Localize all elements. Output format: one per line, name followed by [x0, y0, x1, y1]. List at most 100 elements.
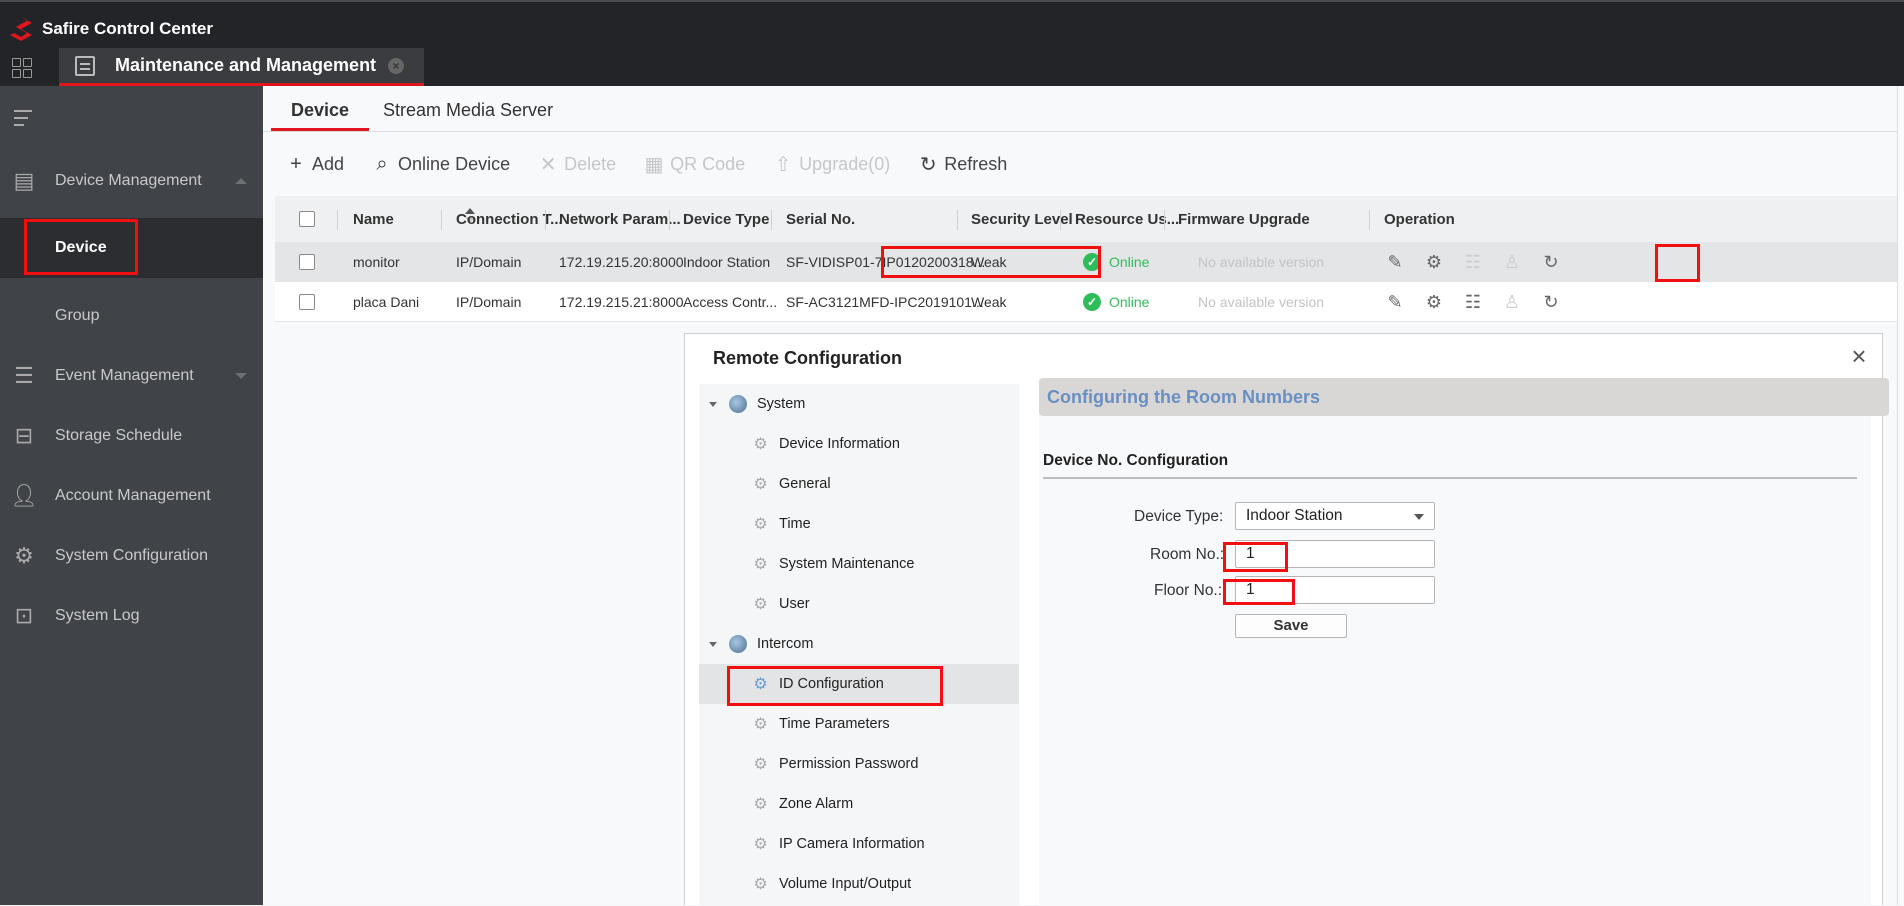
delete-button[interactable]: ✕ Delete: [538, 152, 616, 177]
sidebar-item-group[interactable]: Group: [0, 286, 263, 346]
subtab-bar: Device Stream Media Server: [263, 86, 1904, 132]
event-list-icon: ☰: [14, 363, 34, 388]
tab-stream-media-server[interactable]: Stream Media Server: [383, 100, 553, 121]
device-type-select[interactable]: Indoor Station: [1235, 502, 1435, 530]
column-network-params[interactable]: Network Param...: [559, 196, 681, 242]
sidebar-item-label: Storage Schedule: [55, 427, 183, 444]
close-icon[interactable]: ×: [1848, 343, 1870, 369]
cell-connection: IP/Domain: [456, 253, 522, 270]
expand-caret-icon[interactable]: [709, 641, 717, 647]
sidebar-item-system-configuration[interactable]: ⚙ System Configuration: [0, 536, 263, 576]
gear-icon: ⚙: [753, 435, 768, 453]
edit-icon[interactable]: ✎: [1384, 251, 1406, 273]
row-checkbox[interactable]: [299, 253, 315, 270]
sidebar-item-label: Device Management: [55, 172, 202, 189]
qr-code-button[interactable]: ▦ QR Code: [644, 152, 746, 177]
upgrade-label: Upgrade(0): [799, 153, 891, 174]
globe-gear-icon: [729, 635, 747, 653]
tree-node-label: System: [757, 396, 806, 412]
chevron-down-icon: [235, 373, 247, 379]
cell-name: monitor: [353, 253, 400, 270]
scrollbar-track[interactable]: [1897, 86, 1904, 905]
config-panel: Configuring the Room Numbers Device No. …: [1039, 378, 1889, 906]
floor-no-label: Floor No.:: [1154, 582, 1223, 599]
gear-icon: ⚙: [753, 555, 768, 573]
storage-icon: ⊟: [14, 423, 34, 448]
room-no-input[interactable]: 1: [1235, 540, 1435, 568]
tree-item-device-information[interactable]: ⚙ Device Information: [699, 424, 1019, 464]
column-device-type[interactable]: Device Type: [683, 196, 769, 242]
menu-collapse-icon[interactable]: [14, 110, 32, 131]
sidebar-item-account-management[interactable]: 👤︎ Account Management: [0, 476, 263, 516]
column-serial-no[interactable]: Serial No.: [786, 196, 855, 242]
tree-item-permission-password[interactable]: ⚙ Permission Password: [699, 744, 1019, 784]
tree-item-time-parameters[interactable]: ⚙ Time Parameters: [699, 704, 1019, 744]
tree-node-system[interactable]: System: [699, 384, 1019, 424]
server-icon[interactable]: ☷: [1462, 291, 1484, 313]
qr-code-icon: ▦: [644, 153, 664, 176]
gear-icon: ⚙: [753, 475, 768, 493]
sidebar-item-device[interactable]: Device: [0, 218, 263, 278]
select-all-checkbox[interactable]: [299, 211, 315, 227]
tab-maintenance-and-management[interactable]: Maintenance and Management ×: [59, 48, 424, 86]
cell-serial: SF-AC3121MFD-IPC2019101...: [786, 293, 984, 310]
tree-item-label: IP Camera Information: [779, 836, 925, 852]
cell-serial: SF-VIDISP01-7IP0120200318...: [786, 253, 986, 270]
table-row[interactable]: placa Dani IP/Domain 172.19.215.21:8000 …: [275, 282, 1904, 322]
column-connection-type[interactable]: Connection T...: [456, 196, 563, 242]
table-row[interactable]: monitor IP/Domain 172.19.215.20:8000 Ind…: [275, 242, 1904, 282]
edit-icon[interactable]: ✎: [1384, 291, 1406, 313]
gear-icon: ⚙: [14, 543, 34, 568]
device-type-row: Device Type: Indoor Station: [1039, 502, 1539, 532]
tree-item-volume-input-output[interactable]: ⚙ Volume Input/Output: [699, 864, 1019, 904]
expand-caret-icon[interactable]: [709, 401, 717, 407]
gear-icon: ⚙: [753, 755, 768, 773]
column-security-level[interactable]: Security Level: [971, 196, 1073, 242]
column-name[interactable]: Name: [353, 196, 394, 242]
remote-config-gear-icon[interactable]: ⚙: [1423, 251, 1445, 273]
device-type-label: Device Type:: [1134, 508, 1224, 525]
tree-item-ip-camera-information[interactable]: ⚙ IP Camera Information: [699, 824, 1019, 864]
refresh-icon: ↻: [919, 153, 937, 176]
tree-item-user[interactable]: ⚙ User: [699, 584, 1019, 624]
globe-gear-icon: [729, 395, 747, 413]
tree-item-system-maintenance[interactable]: ⚙ System Maintenance: [699, 544, 1019, 584]
refresh-button[interactable]: ↻ Refresh: [918, 152, 1007, 177]
tree-item-zone-alarm[interactable]: ⚙ Zone Alarm: [699, 784, 1019, 824]
refresh-icon[interactable]: ↻: [1540, 291, 1562, 313]
add-button[interactable]: + Add: [286, 153, 344, 176]
user-icon[interactable]: ♙: [1501, 251, 1523, 273]
app-grid-icon[interactable]: [12, 58, 32, 78]
qr-code-label: QR Code: [670, 153, 746, 174]
gear-icon: ⚙: [753, 515, 768, 533]
tree-item-general[interactable]: ⚙ General: [699, 464, 1019, 504]
remote-config-gear-icon[interactable]: ⚙: [1423, 291, 1445, 313]
refresh-icon[interactable]: ↻: [1540, 251, 1562, 273]
sidebar-item-label: Group: [55, 307, 100, 324]
log-search-icon: ⊡: [14, 603, 34, 628]
user-icon[interactable]: ♙: [1501, 291, 1523, 313]
row-checkbox[interactable]: [299, 293, 315, 310]
save-button[interactable]: Save: [1235, 614, 1347, 638]
room-no-row: Room No.: 1: [1039, 540, 1539, 570]
sidebar-item-storage-schedule[interactable]: ⊟ Storage Schedule: [0, 416, 263, 456]
column-firmware-upgrade[interactable]: Firmware Upgrade: [1178, 196, 1310, 242]
cell-security: Weak: [971, 293, 1007, 310]
close-circle-icon[interactable]: ×: [388, 57, 405, 74]
dialog-title: Remote Configuration: [713, 348, 902, 368]
config-tree: System ⚙ Device Information ⚙ General ⚙ Tim…: [699, 384, 1019, 906]
floor-no-input[interactable]: 1: [1235, 576, 1435, 604]
tree-item-label: ID Configuration: [779, 676, 884, 692]
upgrade-button[interactable]: ⇧ Upgrade(0): [773, 152, 890, 177]
tree-item-time[interactable]: ⚙ Time: [699, 504, 1019, 544]
tree-node-intercom[interactable]: Intercom: [699, 624, 1019, 664]
tree-item-id-configuration[interactable]: ⚙ ID Configuration: [699, 664, 1019, 704]
tab-device[interactable]: Device: [291, 100, 349, 121]
sidebar-item-device-management[interactable]: ▤ Device Management: [0, 161, 263, 201]
online-device-button[interactable]: ⌕ Online Device: [372, 153, 510, 176]
sidebar-item-system-log[interactable]: ⊡ System Log: [0, 596, 263, 636]
server-icon[interactable]: ☷: [1462, 251, 1484, 273]
tree-item-label: General: [779, 476, 831, 492]
sidebar-item-event-management[interactable]: ☰ Event Management: [0, 356, 263, 396]
delete-label: Delete: [564, 153, 617, 174]
